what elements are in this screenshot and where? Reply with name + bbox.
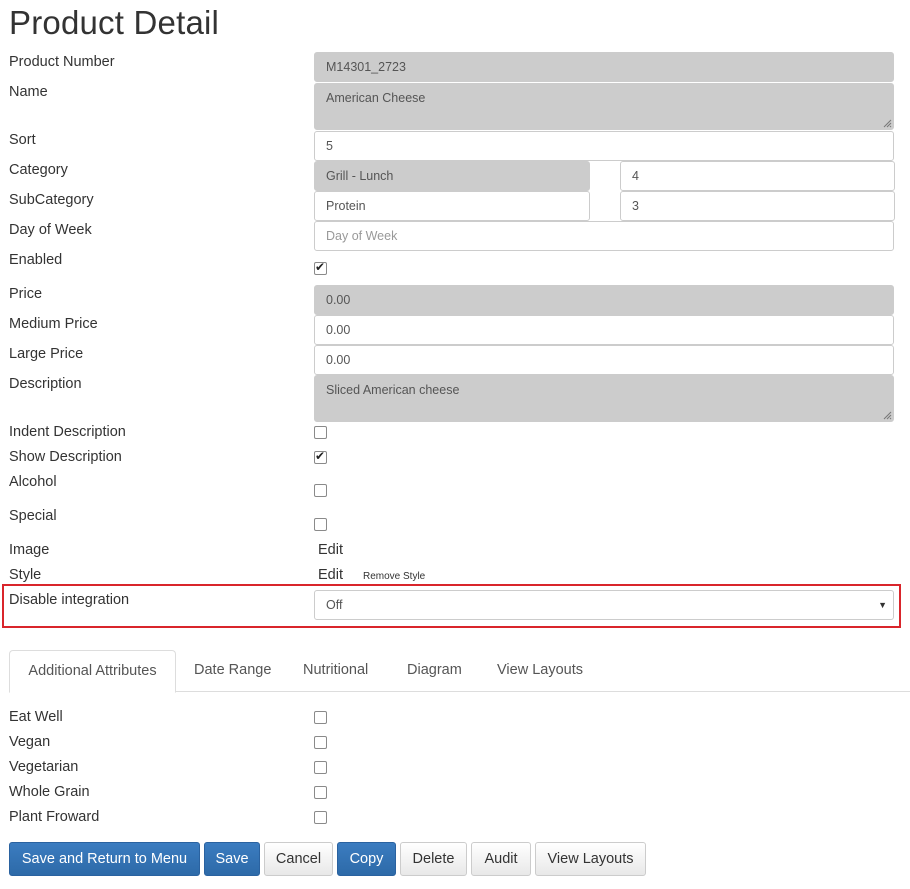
day-of-week-input[interactable]: Day of Week (314, 221, 894, 251)
tab-nutritional[interactable]: Nutritional (303, 650, 368, 691)
attribute-label: Vegan (9, 734, 51, 750)
save-button[interactable]: Save (204, 842, 260, 876)
vegetarian-checkbox[interactable] (314, 761, 327, 774)
description-label: Description (9, 376, 82, 392)
large-price-label: Large Price (9, 346, 84, 362)
disable-integration-label: Disable integration (9, 592, 130, 608)
tab-view-layouts[interactable]: View Layouts (497, 650, 583, 691)
enabled-checkbox[interactable]: ✔ (314, 260, 327, 275)
sort-label: Sort (9, 132, 36, 148)
attribute-label: Whole Grain (9, 784, 90, 800)
description-field[interactable]: Sliced American cheese (314, 375, 894, 422)
category-order-field[interactable]: 4 (620, 161, 895, 191)
resize-grip-icon[interactable] (883, 411, 892, 420)
large-price-field[interactable]: 0.00 (314, 345, 894, 375)
whole-grain-checkbox[interactable] (314, 786, 327, 799)
dropdown-arrow-icon: ▼ (878, 600, 887, 610)
resize-grip-icon[interactable] (883, 119, 892, 128)
enabled-label: Enabled (9, 252, 63, 268)
vegan-checkbox[interactable] (314, 736, 327, 749)
price-field[interactable]: 0.00 (314, 285, 894, 315)
tab-date-range[interactable]: Date Range (194, 650, 271, 691)
style-edit-link[interactable]: Edit (318, 567, 343, 583)
attribute-label: Plant Froward (9, 809, 100, 825)
image-edit-link[interactable]: Edit (318, 542, 343, 558)
category-field[interactable]: Grill - Lunch (314, 161, 590, 191)
save-and-return-button[interactable]: Save and Return to Menu (9, 842, 200, 876)
subcategory-field[interactable]: Protein (314, 191, 590, 221)
name-field[interactable]: American Cheese (314, 83, 894, 130)
day-of-week-label: Day of Week (9, 222, 92, 238)
product-number-field[interactable]: M14301_2723 (314, 52, 894, 82)
check-icon: ✔ (315, 449, 326, 463)
alcohol-label: Alcohol (9, 474, 57, 490)
view-layouts-button[interactable]: View Layouts (535, 842, 646, 876)
indent-description-label: Indent Description (9, 424, 126, 440)
category-label: Category (9, 162, 68, 178)
sort-field[interactable]: 5 (314, 131, 894, 161)
cancel-button[interactable]: Cancel (264, 842, 333, 876)
delete-button[interactable]: Delete (400, 842, 467, 876)
special-checkbox[interactable] (314, 518, 327, 531)
audit-button[interactable]: Audit (471, 842, 531, 876)
remove-style-link[interactable]: Remove Style (363, 571, 425, 582)
tab-diagram[interactable]: Diagram (407, 650, 462, 691)
page-title: Product Detail (9, 4, 220, 41)
medium-price-field[interactable]: 0.00 (314, 315, 894, 345)
style-label: Style (9, 567, 42, 583)
image-label: Image (9, 542, 50, 558)
price-label: Price (9, 286, 43, 302)
check-icon: ✔ (315, 260, 326, 274)
alcohol-checkbox[interactable] (314, 484, 327, 497)
medium-price-label: Medium Price (9, 316, 98, 332)
eat-well-checkbox[interactable] (314, 711, 327, 724)
show-description-checkbox[interactable]: ✔ (314, 449, 327, 464)
show-description-label: Show Description (9, 449, 122, 465)
name-value: American Cheese (326, 91, 426, 105)
disable-integration-value: Off (326, 598, 343, 612)
subcategory-order-field[interactable]: 3 (620, 191, 895, 221)
description-value: Sliced American cheese (326, 383, 460, 397)
attribute-label: Vegetarian (9, 759, 79, 775)
copy-button[interactable]: Copy (337, 842, 396, 876)
plant-forward-checkbox[interactable] (314, 811, 327, 824)
subcategory-label: SubCategory (9, 192, 94, 208)
product-number-label: Product Number (9, 54, 115, 70)
disable-integration-select[interactable]: Off ▼ (314, 590, 894, 620)
tab-additional-attributes[interactable]: Additional Attributes (9, 650, 176, 693)
special-label: Special (9, 508, 57, 524)
indent-description-checkbox[interactable] (314, 426, 327, 439)
name-label: Name (9, 84, 48, 100)
attribute-label: Eat Well (9, 709, 63, 725)
